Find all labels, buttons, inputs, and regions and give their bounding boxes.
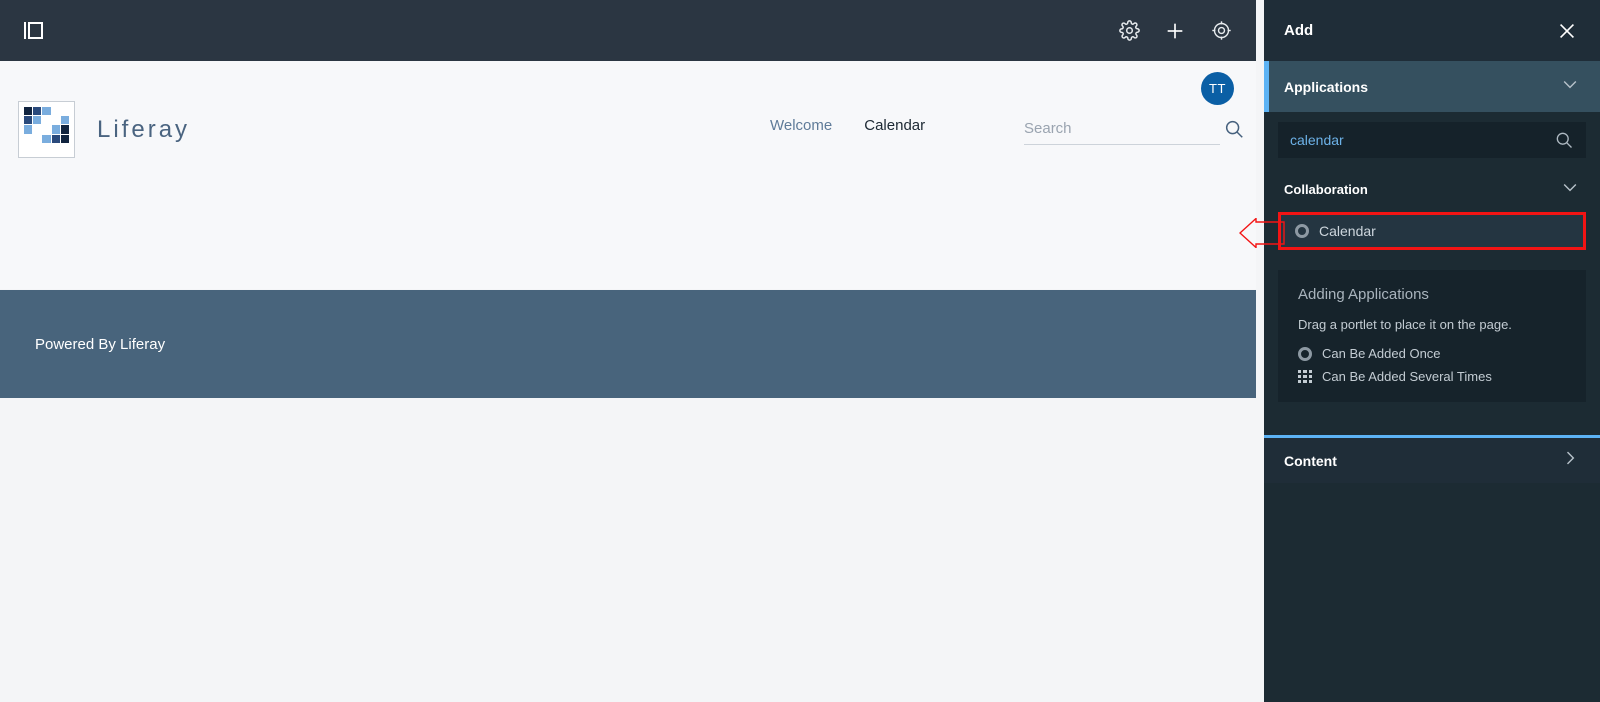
help-description: Drag a portlet to place it on the page. [1298, 317, 1512, 332]
app-item-calendar-label: Calendar [1319, 223, 1376, 239]
group-collaboration[interactable]: Collaboration [1264, 174, 1600, 204]
group-collaboration-label: Collaboration [1284, 181, 1368, 197]
site-search [1024, 113, 1243, 145]
legend-can-be-added-several-times: Can Be Added Several Times [1298, 369, 1566, 384]
section-applications[interactable]: Applications [1264, 61, 1600, 112]
add-panel-title: Add [1284, 22, 1314, 39]
sidebar-toggle-icon[interactable] [18, 16, 48, 46]
footer-text: Powered By Liferay [35, 335, 166, 353]
ring-icon [1298, 346, 1312, 361]
close-icon[interactable] [1554, 18, 1580, 44]
section-content-label: Content [1284, 452, 1337, 469]
section-applications-label: Applications [1284, 78, 1369, 95]
control-bar-icons [1116, 18, 1234, 44]
legend-can-be-added-once: Can Be Added Once [1298, 346, 1566, 361]
panel-search [1278, 122, 1586, 158]
screen: TT Liferay Welcome Calendar Search Power… [0, 0, 1600, 702]
search-icon[interactable] [1554, 130, 1574, 150]
nav-item-welcome[interactable]: Welcome [770, 117, 832, 134]
site-navigation: Welcome Calendar [770, 117, 925, 134]
legend-once-label: Can Be Added Once [1322, 346, 1441, 361]
site-name: Liferay [97, 115, 191, 143]
liferay-logo-grid [24, 107, 69, 152]
plus-icon[interactable] [1162, 18, 1188, 44]
nav-item-calendar-label: Calendar [864, 117, 926, 134]
can-be-added-once-icon [1295, 224, 1309, 238]
nav-item-welcome-label: Welcome [770, 117, 833, 134]
search-icon[interactable] [1223, 118, 1245, 140]
adding-applications-help: Adding Applications Drag a portlet to pl… [1278, 270, 1586, 402]
site-area: TT Liferay Welcome Calendar Search Power… [0, 0, 1256, 702]
app-item-calendar[interactable]: Calendar [1278, 212, 1586, 250]
sidebar-toggle-glyph [23, 22, 43, 39]
liferay-logo [18, 101, 75, 158]
avatar[interactable]: TT [1201, 72, 1234, 105]
help-title: Adding Applications [1298, 286, 1429, 303]
chevron-right-icon [1560, 448, 1580, 473]
add-panel: Add Applications calendar Collaboration … [1239, 0, 1600, 702]
globe-target-icon[interactable] [1208, 18, 1234, 44]
section-content[interactable]: Content [1264, 438, 1600, 483]
site-footer: Powered By Liferay [0, 290, 1256, 398]
control-menu-bar [0, 0, 1256, 61]
gear-icon[interactable] [1116, 18, 1142, 44]
add-panel-header: Add [1264, 0, 1600, 61]
nav-item-calendar[interactable]: Calendar [864, 117, 925, 134]
legend-several-label: Can Be Added Several Times [1322, 369, 1492, 384]
site-header: TT Liferay Welcome Calendar [0, 61, 1256, 289]
brand[interactable]: Liferay [18, 101, 190, 158]
search-input[interactable] [1024, 120, 1223, 137]
panel-search-input[interactable] [1290, 132, 1554, 148]
chevron-down-icon [1560, 177, 1580, 202]
avatar-initials: TT [1209, 81, 1226, 96]
app-item-wrapper: Calendar [1239, 212, 1586, 250]
chevron-down-icon [1560, 74, 1580, 99]
dot-grid-icon [1298, 369, 1312, 384]
